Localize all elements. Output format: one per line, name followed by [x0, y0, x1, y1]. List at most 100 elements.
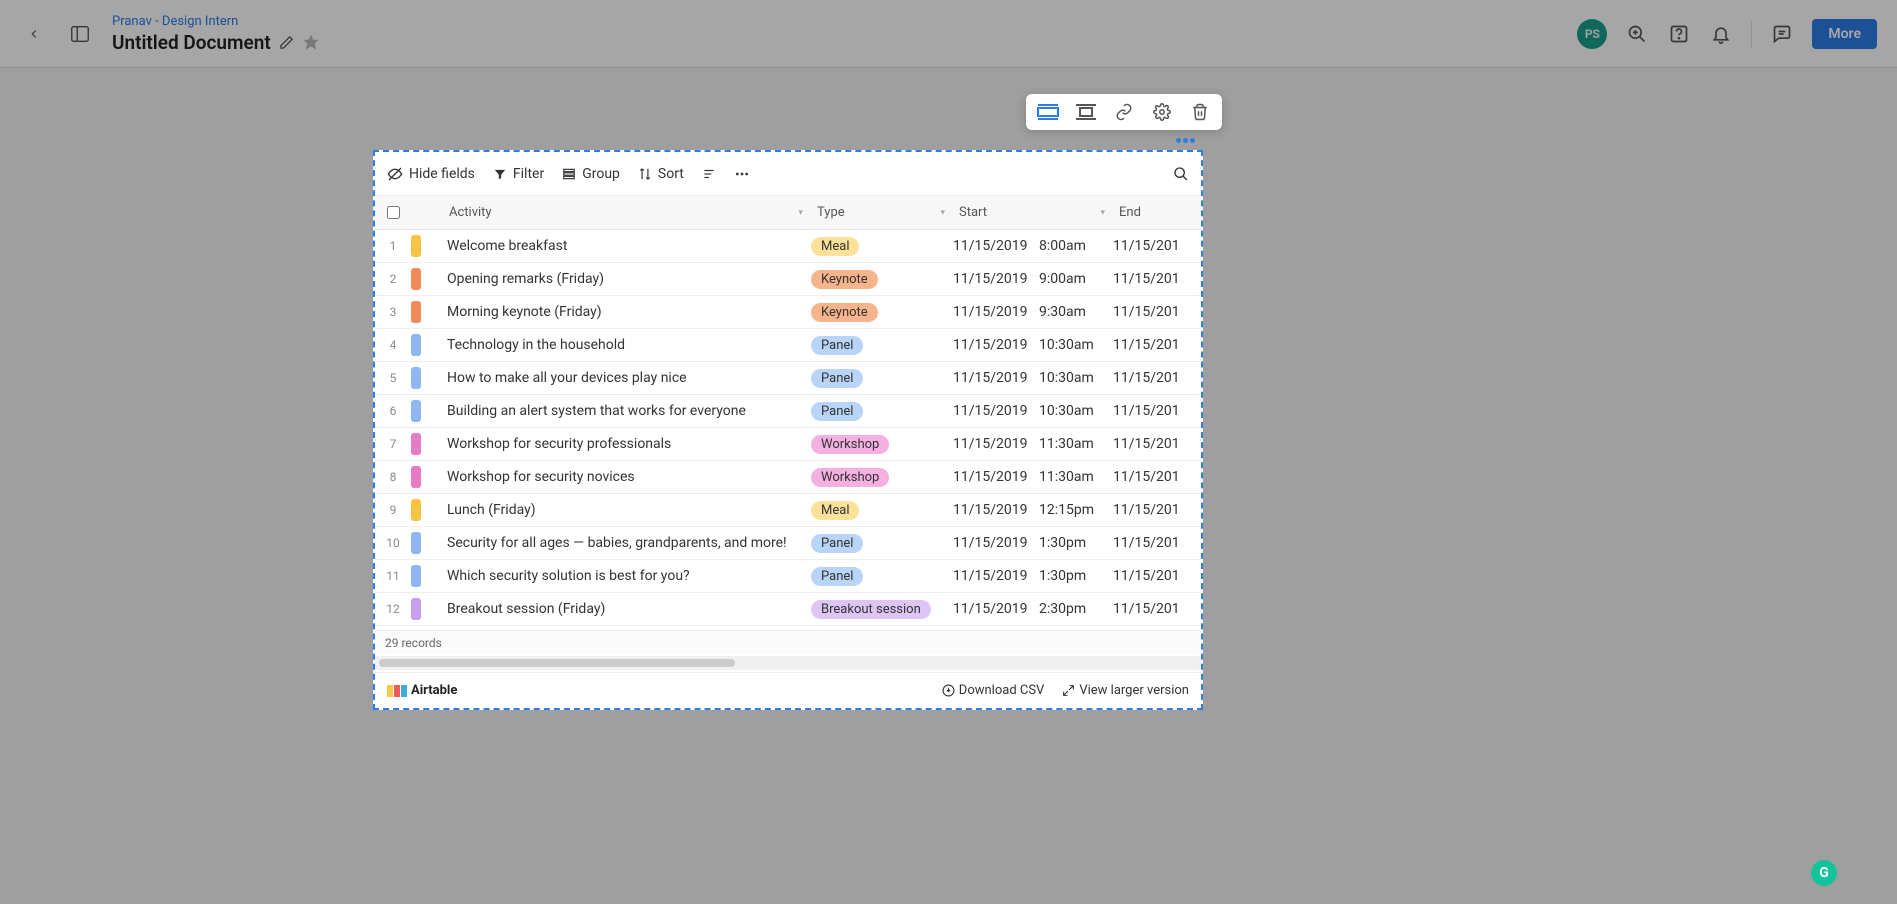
cell-activity[interactable]: How to make all your devices play nice [447, 370, 811, 386]
cell-type[interactable]: Panel [811, 336, 953, 355]
cell-type[interactable]: Keynote [811, 303, 953, 322]
horizontal-scrollbar[interactable] [375, 656, 1201, 670]
table-row[interactable]: 12Breakout session (Friday)Breakout sess… [375, 593, 1201, 626]
table-row[interactable]: 11 Which security solution is best for yo… [375, 560, 1201, 593]
cell-end[interactable]: 11/15/201 [1113, 436, 1201, 452]
row-index: 11 [375, 569, 411, 583]
column-header-start[interactable]: Start [953, 205, 1113, 220]
cell-start[interactable]: 11/15/20191:30pm [953, 535, 1113, 551]
table-row[interactable]: 1Welcome breakfastMeal11/15/20198:00am11… [375, 230, 1201, 263]
link-button[interactable] [1112, 100, 1136, 124]
cell-start[interactable]: 11/15/20191:30pm [953, 568, 1113, 584]
cell-start[interactable]: 11/15/20199:30am [953, 304, 1113, 320]
cell-type[interactable]: Panel [811, 369, 953, 388]
cell-start[interactable]: 11/15/201910:30am [953, 370, 1113, 386]
column-header-end[interactable]: End [1113, 205, 1201, 220]
cell-activity[interactable]: Technology in the household [447, 337, 811, 353]
cell-activity[interactable]: Opening remarks (Friday) [447, 271, 811, 287]
cell-start[interactable]: 11/15/201911:30am [953, 436, 1113, 452]
cell-start[interactable]: 11/15/201910:30am [953, 337, 1113, 353]
table-row[interactable]: 2Opening remarks (Friday)Keynote11/15/20… [375, 263, 1201, 296]
cell-activity[interactable]: Workshop for security professionals [447, 436, 811, 452]
sort-button[interactable]: Sort [638, 166, 684, 182]
cell-activity[interactable]: Welcome breakfast [447, 238, 811, 254]
cell-start[interactable]: 11/15/20192:30pm [953, 601, 1113, 617]
cell-activity[interactable]: Breakout session (Friday) [447, 601, 811, 617]
cell-end[interactable]: 11/15/201 [1113, 271, 1201, 287]
width-large-button[interactable] [1036, 100, 1060, 124]
sort-label: Sort [658, 166, 684, 182]
delete-block-button[interactable] [1188, 100, 1212, 124]
block-settings-button[interactable] [1150, 100, 1174, 124]
record-count: 29 records [385, 636, 442, 650]
table-row[interactable]: 6 Building an alert system that works for… [375, 395, 1201, 428]
row-index: 7 [375, 437, 411, 451]
group-button[interactable]: Group [562, 166, 620, 182]
filter-button[interactable]: Filter [493, 166, 544, 182]
table-row[interactable]: 4Technology in the householdPanel11/15/2… [375, 329, 1201, 362]
view-larger-link[interactable]: View larger version [1062, 683, 1189, 698]
width-small-button[interactable] [1074, 100, 1098, 124]
row-color-bar [411, 400, 421, 422]
type-tag: Breakout session [811, 600, 931, 619]
filter-label: Filter [513, 166, 544, 182]
cell-end[interactable]: 11/15/201 [1113, 337, 1201, 353]
row-index: 3 [375, 305, 411, 319]
download-csv-link[interactable]: Download CSV [942, 683, 1045, 698]
cell-end[interactable]: 11/15/201 [1113, 502, 1201, 518]
horizontal-scroll-thumb[interactable] [379, 659, 735, 667]
row-index: 6 [375, 404, 411, 418]
airtable-logo[interactable]: Airtable [387, 683, 457, 698]
cell-type[interactable]: Panel [811, 402, 953, 421]
more-options-button[interactable] [734, 166, 750, 182]
cell-end[interactable]: 11/15/201 [1113, 403, 1201, 419]
cell-start[interactable]: 11/15/20199:00am [953, 271, 1113, 287]
table-row[interactable]: 5 How to make all your devices play niceP… [375, 362, 1201, 395]
row-index: 10 [375, 536, 411, 550]
cell-activity[interactable]: Which security solution is best for you? [447, 568, 811, 584]
table-row[interactable]: 8Workshop for security novicesWorkshop11… [375, 461, 1201, 494]
cell-end[interactable]: 11/15/201 [1113, 601, 1201, 617]
cell-start[interactable]: 11/15/201910:30am [953, 403, 1113, 419]
cell-type[interactable]: Workshop [811, 435, 953, 454]
cell-type[interactable]: Panel [811, 567, 953, 586]
column-header-type[interactable]: Type [811, 205, 953, 220]
cell-start[interactable]: 11/15/201911:30am [953, 469, 1113, 485]
table-row[interactable]: 9Lunch (Friday)Meal11/15/201912:15pm11/1… [375, 494, 1201, 527]
type-tag: Panel [811, 369, 863, 388]
cell-type[interactable]: Panel [811, 534, 953, 553]
cell-end[interactable]: 11/15/201 [1113, 469, 1201, 485]
cell-end[interactable]: 11/15/201 [1113, 568, 1201, 584]
cell-type[interactable]: Keynote [811, 270, 953, 289]
cell-type[interactable]: Meal [811, 237, 953, 256]
cell-type[interactable]: Breakout session [811, 600, 953, 619]
table-row[interactable]: 7 Workshop for security professionalsWork… [375, 428, 1201, 461]
hide-fields-button[interactable]: Hide fields [387, 166, 475, 182]
grammarly-badge[interactable]: G [1811, 860, 1837, 886]
cell-type[interactable]: Meal [811, 501, 953, 520]
cell-end[interactable]: 11/15/201 [1113, 238, 1201, 254]
cell-start[interactable]: 11/15/201912:15pm [953, 502, 1113, 518]
cell-activity[interactable]: Morning keynote (Friday) [447, 304, 811, 320]
drag-handle[interactable] [1176, 138, 1195, 143]
cell-activity[interactable]: Building an alert system that works for … [447, 403, 811, 419]
rows-container[interactable]: 1Welcome breakfastMeal11/15/20198:00am11… [375, 230, 1201, 632]
select-all-checkbox[interactable] [375, 206, 411, 219]
cell-activity[interactable]: Workshop for security novices [447, 469, 811, 485]
cell-end[interactable]: 11/15/201 [1113, 304, 1201, 320]
row-index: 5 [375, 371, 411, 385]
cell-end[interactable]: 11/15/201 [1113, 370, 1201, 386]
type-tag: Panel [811, 402, 863, 421]
table-row[interactable]: 10 Security for all ages — babies, grandp… [375, 527, 1201, 560]
table-row[interactable]: 3Morning keynote (Friday)Keynote11/15/20… [375, 296, 1201, 329]
view-toolbar: Hide fields Filter Group Sort [375, 152, 1201, 196]
cell-activity[interactable]: Lunch (Friday) [447, 502, 811, 518]
cell-type[interactable]: Workshop [811, 468, 953, 487]
row-height-button[interactable] [702, 167, 716, 181]
column-header-activity[interactable]: Activity [421, 205, 811, 220]
type-tag: Panel [811, 567, 863, 586]
search-records-button[interactable] [1173, 166, 1189, 182]
cell-end[interactable]: 11/15/201 [1113, 535, 1201, 551]
cell-activity[interactable]: Security for all ages — babies, grandpar… [447, 535, 811, 551]
cell-start[interactable]: 11/15/20198:00am [953, 238, 1113, 254]
